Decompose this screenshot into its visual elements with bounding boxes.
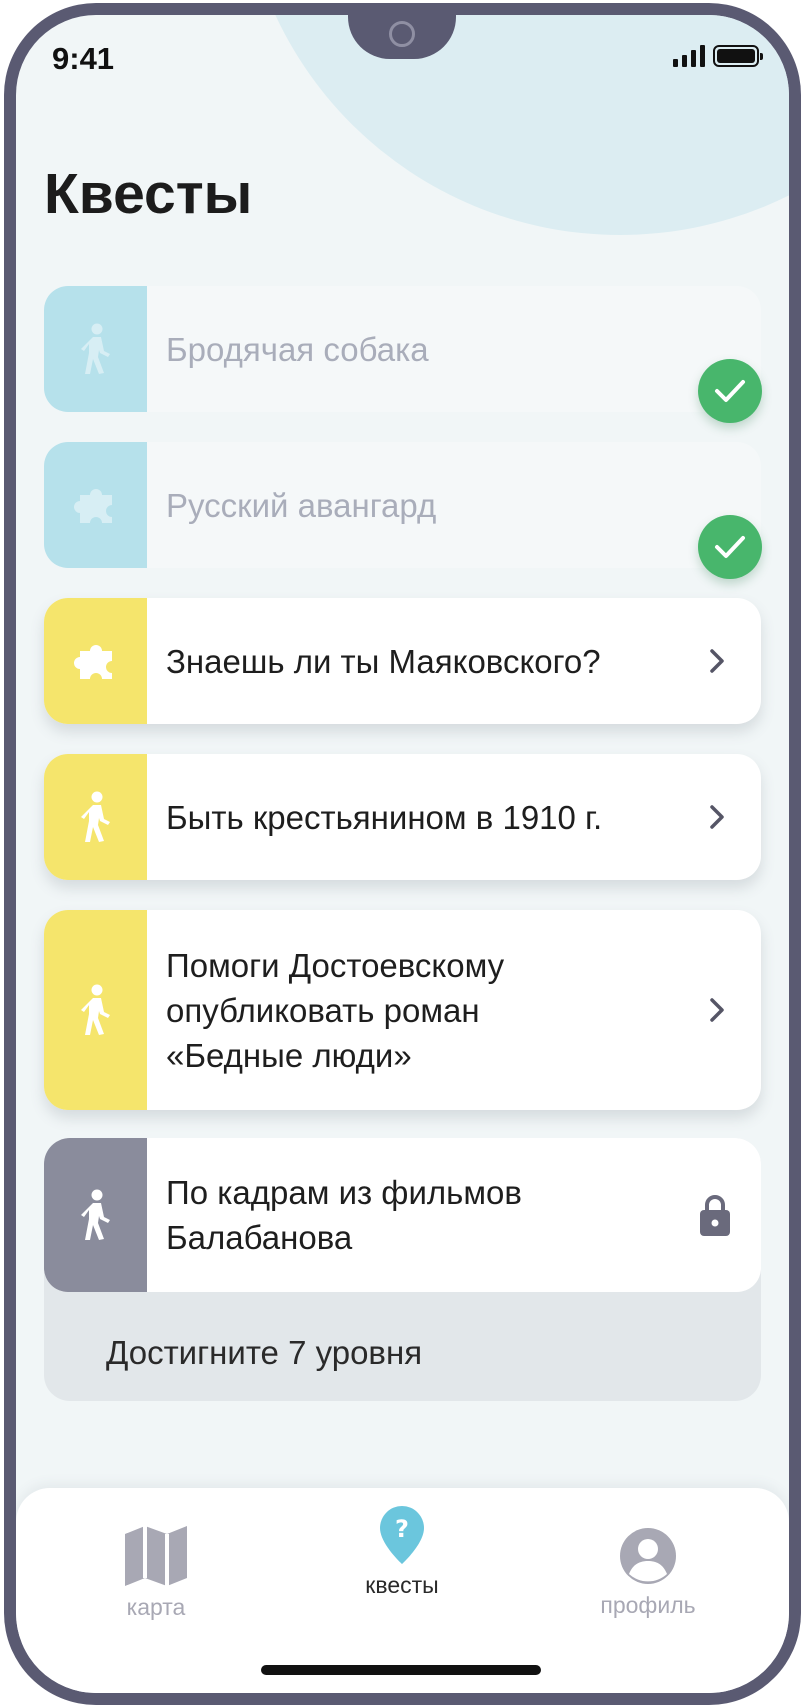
tab-bar: карта ? квесты профиль bbox=[16, 1488, 789, 1693]
phone-frame: 9:41 Квесты Бродячая собака Русский аван… bbox=[4, 3, 801, 1705]
quest-strip bbox=[44, 598, 147, 724]
tab-label: квесты bbox=[365, 1572, 439, 1598]
quest-title: По кадрам из фильмов Балабанова bbox=[166, 1174, 522, 1256]
walking-person-icon bbox=[80, 323, 110, 374]
lock-icon bbox=[693, 1191, 737, 1239]
quest-strip bbox=[44, 910, 147, 1110]
quest-body: Русский авангард bbox=[147, 442, 761, 568]
quest-body: По кадрам из фильмов Балабанова bbox=[147, 1138, 761, 1292]
quest-body: Помоги Достоевскому опубликовать роман «… bbox=[147, 910, 761, 1110]
battery-icon bbox=[713, 45, 763, 67]
profile-icon bbox=[620, 1528, 676, 1584]
home-indicator bbox=[261, 1665, 541, 1675]
quest-pin-icon: ? bbox=[380, 1506, 424, 1564]
puzzle-icon bbox=[73, 489, 112, 523]
quest-title: Знаешь ли ты Маяковского? bbox=[166, 642, 601, 680]
status-time: 9:41 bbox=[52, 41, 115, 76]
quest-strip bbox=[44, 286, 147, 412]
quest-title: Бродячая собака bbox=[166, 330, 429, 368]
map-icon bbox=[125, 1526, 187, 1586]
chevron-right-icon[interactable] bbox=[697, 641, 737, 681]
quest-card-completed[interactable]: Бродячая собака bbox=[44, 286, 761, 412]
quest-title: Быть крестьянином в 1910 г. bbox=[166, 798, 603, 836]
camera-icon bbox=[389, 21, 415, 47]
chevron-right-icon[interactable] bbox=[697, 990, 737, 1030]
puzzle-icon bbox=[73, 645, 112, 679]
quest-body: Быть крестьянином в 1910 г. bbox=[147, 754, 761, 880]
quest-title: Русский авангард bbox=[166, 486, 437, 524]
walking-person-icon bbox=[80, 1189, 110, 1240]
quest-strip bbox=[44, 754, 147, 880]
quest-strip bbox=[44, 1138, 147, 1292]
svg-text:?: ? bbox=[395, 1515, 409, 1543]
quest-body: Бродячая собака bbox=[147, 286, 761, 412]
tab-map[interactable]: карта bbox=[56, 1488, 256, 1621]
unlock-requirement-text: Достигните 7 уровня bbox=[106, 1334, 423, 1371]
quest-card[interactable]: Быть крестьянином в 1910 г. bbox=[44, 754, 761, 880]
quest-card[interactable]: Помоги Достоевскому опубликовать роман «… bbox=[44, 910, 761, 1110]
chevron-right-icon[interactable] bbox=[697, 797, 737, 837]
walking-person-icon bbox=[80, 984, 110, 1035]
quest-card[interactable]: Знаешь ли ты Маяковского? bbox=[44, 598, 761, 724]
quest-card-completed[interactable]: Русский авангард bbox=[44, 442, 761, 568]
tab-quests[interactable]: ? квесты bbox=[302, 1488, 502, 1599]
page-title: Квесты bbox=[44, 162, 253, 226]
quest-title: Помоги Достоевскому опубликовать роман «… bbox=[166, 946, 505, 1074]
walking-person-icon bbox=[80, 791, 110, 842]
quest-card-locked[interactable]: По кадрам из фильмов Балабанова bbox=[44, 1138, 761, 1292]
signal-icon bbox=[673, 45, 705, 67]
status-indicators bbox=[673, 45, 763, 67]
completed-check-icon bbox=[698, 359, 762, 423]
app-screen: 9:41 Квесты Бродячая собака Русский аван… bbox=[16, 15, 789, 1693]
tab-profile[interactable]: профиль bbox=[548, 1488, 748, 1619]
completed-check-icon bbox=[698, 515, 762, 579]
tab-label: карта bbox=[126, 1594, 186, 1620]
quest-strip bbox=[44, 442, 147, 568]
tab-label: профиль bbox=[600, 1592, 696, 1618]
locked-quest-container: По кадрам из фильмов Балабанова Достигни… bbox=[44, 1138, 761, 1401]
quest-body: Знаешь ли ты Маяковского? bbox=[147, 598, 761, 724]
